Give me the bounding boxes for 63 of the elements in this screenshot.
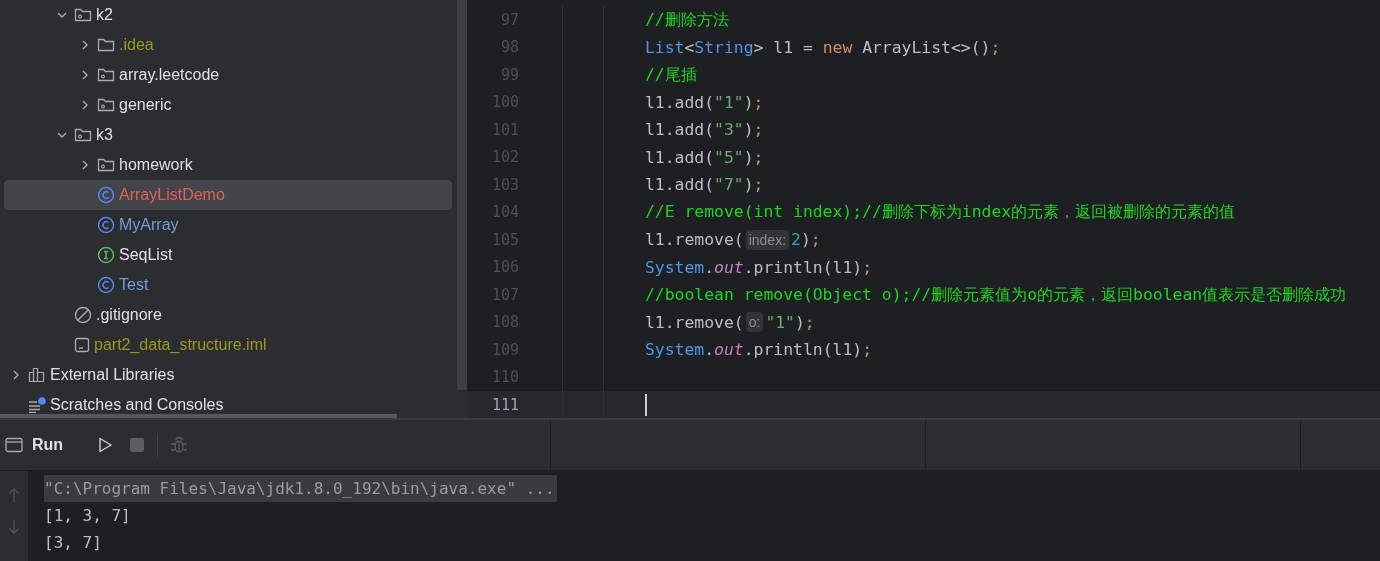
tree-item[interactable]: k2 [4, 0, 452, 30]
window-icon [5, 437, 23, 453]
tree-item[interactable]: array.leetcode [4, 60, 452, 90]
code-line: //删除方法 [645, 8, 729, 31]
console-output-line: [1, 3, 7] [44, 505, 131, 527]
package-folder-icon [74, 7, 92, 23]
tree-item-label: ArrayListDemo [119, 186, 225, 204]
code-line: System.out.println(l1); [645, 257, 872, 277]
tree-item[interactable]: Test [4, 270, 452, 300]
code-line: //E remove(int index);//删除下标为index的元素，返回被删除的元素的值 [645, 201, 1236, 224]
libraries-icon [28, 367, 46, 383]
tree-item[interactable]: External Libraries [4, 360, 452, 390]
tree-item[interactable]: k3 [4, 120, 452, 150]
line-number: 111 [490, 395, 519, 414]
code-line: l1.add("5"); [645, 147, 764, 167]
tree-item[interactable]: homework [4, 150, 452, 180]
package-folder-icon [97, 97, 115, 113]
run-tab[interactable]: Run [0, 436, 64, 454]
code-line: List<String> l1 = new ArrayList<>(); [645, 37, 1001, 57]
package-folder-icon [97, 157, 115, 173]
text-caret [645, 394, 647, 416]
tree-item-label: Scratches and Consoles [50, 396, 224, 414]
code-line: l1.remove( index: 2); [645, 229, 821, 250]
tree-item-label: k3 [96, 126, 113, 144]
tree-item-label: k2 [96, 6, 113, 24]
tree-item-label: .idea [119, 36, 154, 54]
code-line: //尾插 [645, 63, 697, 86]
tree-item-label: part2_data_structure.iml [94, 336, 267, 354]
bug-icon [169, 435, 190, 455]
code-line: System.out.println(l1); [645, 340, 872, 360]
code-line: //boolean remove(Object o);//删除元素值为o的元素，返回boolean值表示是否删除成功 [645, 283, 1347, 306]
tree-item-label: External Libraries [50, 366, 175, 384]
package-folder-icon [97, 67, 115, 83]
code-line: l1.add("3"); [645, 120, 764, 140]
folder-icon [97, 37, 115, 53]
class-icon [97, 186, 115, 204]
tree-item-label: SeqList [119, 246, 173, 264]
tree-item[interactable]: generic [4, 90, 452, 120]
code-line: l1.add("1"); [645, 92, 764, 112]
vertical-scrollbar[interactable] [457, 0, 467, 390]
package-folder-icon [74, 127, 92, 143]
tree-item-label: array.leetcode [119, 66, 220, 84]
class-icon [97, 276, 115, 294]
tree-item[interactable]: part2_data_structure.iml [4, 330, 452, 360]
tree-item[interactable]: MyArray [4, 210, 452, 240]
interface-icon [97, 246, 115, 264]
tree-item-label: homework [119, 156, 193, 174]
code-line: l1.remove( o: "1"); [645, 312, 815, 333]
class-icon [97, 216, 115, 234]
stop-icon [128, 436, 147, 454]
tree-item-label: MyArray [119, 216, 179, 234]
tree-item[interactable]: SeqList [4, 240, 452, 270]
console-output-line: [3, 7] [44, 532, 102, 554]
tree-item-label: Test [119, 276, 149, 294]
tree-item[interactable]: Scratches and Consoles [4, 390, 452, 418]
tree-item-label: generic [119, 96, 172, 114]
scratches-icon [28, 397, 46, 413]
tree-item-label: .gitignore [96, 306, 162, 324]
tree-item[interactable]: .gitignore [4, 300, 452, 330]
tree-item[interactable]: .idea [4, 30, 452, 60]
code-line: l1.add("7"); [645, 175, 764, 195]
module-file-icon [74, 337, 90, 353]
ignore-file-icon [74, 306, 92, 324]
